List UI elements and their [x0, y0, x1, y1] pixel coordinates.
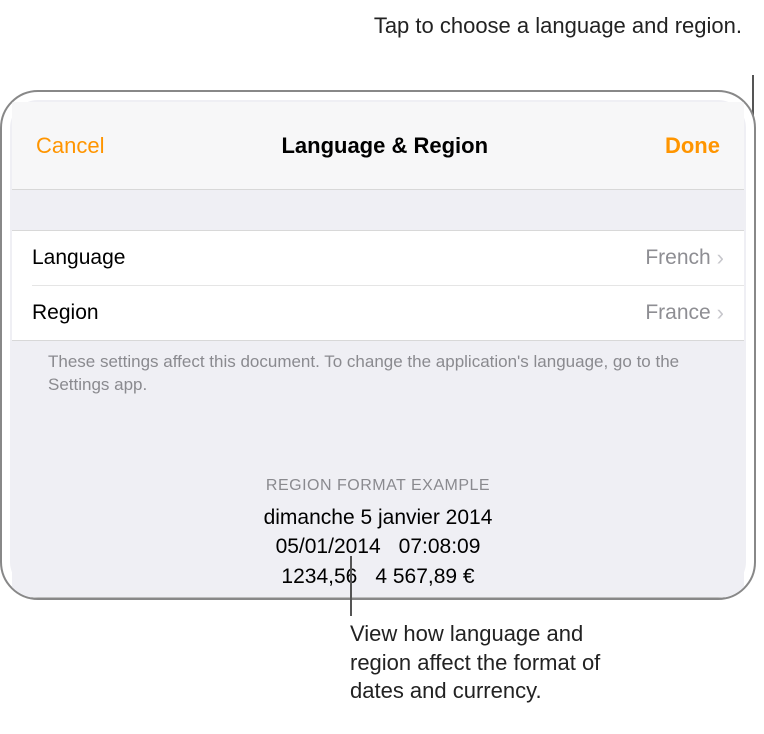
- footer-note: These settings affect this document. To …: [12, 341, 744, 407]
- cancel-button[interactable]: Cancel: [36, 133, 104, 159]
- screen: Cancel Language & Region Done Language F…: [12, 102, 744, 598]
- example-currency: 4 567,89 €: [375, 565, 474, 588]
- navbar: Cancel Language & Region Done: [12, 102, 744, 190]
- example-body: dimanche 5 janvier 2014 05/01/2014 07:08:…: [12, 503, 744, 591]
- callout-bottom: View how language and region affect the …: [350, 620, 650, 706]
- device-frame: Cancel Language & Region Done Language F…: [0, 90, 756, 600]
- row-region[interactable]: Region France ›: [32, 285, 744, 340]
- example-long-date: dimanche 5 janvier 2014: [12, 503, 744, 532]
- example-short-date: 05/01/2014: [276, 535, 381, 558]
- example-time: 07:08:09: [399, 535, 481, 558]
- chevron-right-icon: ›: [717, 245, 724, 271]
- example-number: 1234,56: [281, 565, 357, 588]
- settings-list: Language French › Region France ›: [12, 230, 744, 341]
- callout-top: Tap to choose a language and region.: [374, 12, 742, 41]
- example-short-date-time: 05/01/2014 07:08:09: [12, 532, 744, 561]
- row-region-label: Region: [32, 301, 99, 325]
- row-language[interactable]: Language French ›: [12, 231, 744, 285]
- chevron-right-icon: ›: [717, 300, 724, 326]
- callout-leader-bottom: [350, 556, 352, 616]
- done-button[interactable]: Done: [665, 133, 720, 159]
- example-header: REGION FORMAT EXAMPLE: [12, 477, 744, 495]
- row-language-value: French: [645, 246, 710, 270]
- bottom-divider: [12, 597, 744, 598]
- page-title: Language & Region: [281, 133, 488, 159]
- example-number-currency: 1234,56 4 567,89 €: [12, 562, 744, 591]
- row-language-label: Language: [32, 246, 125, 270]
- row-region-value: France: [645, 301, 710, 325]
